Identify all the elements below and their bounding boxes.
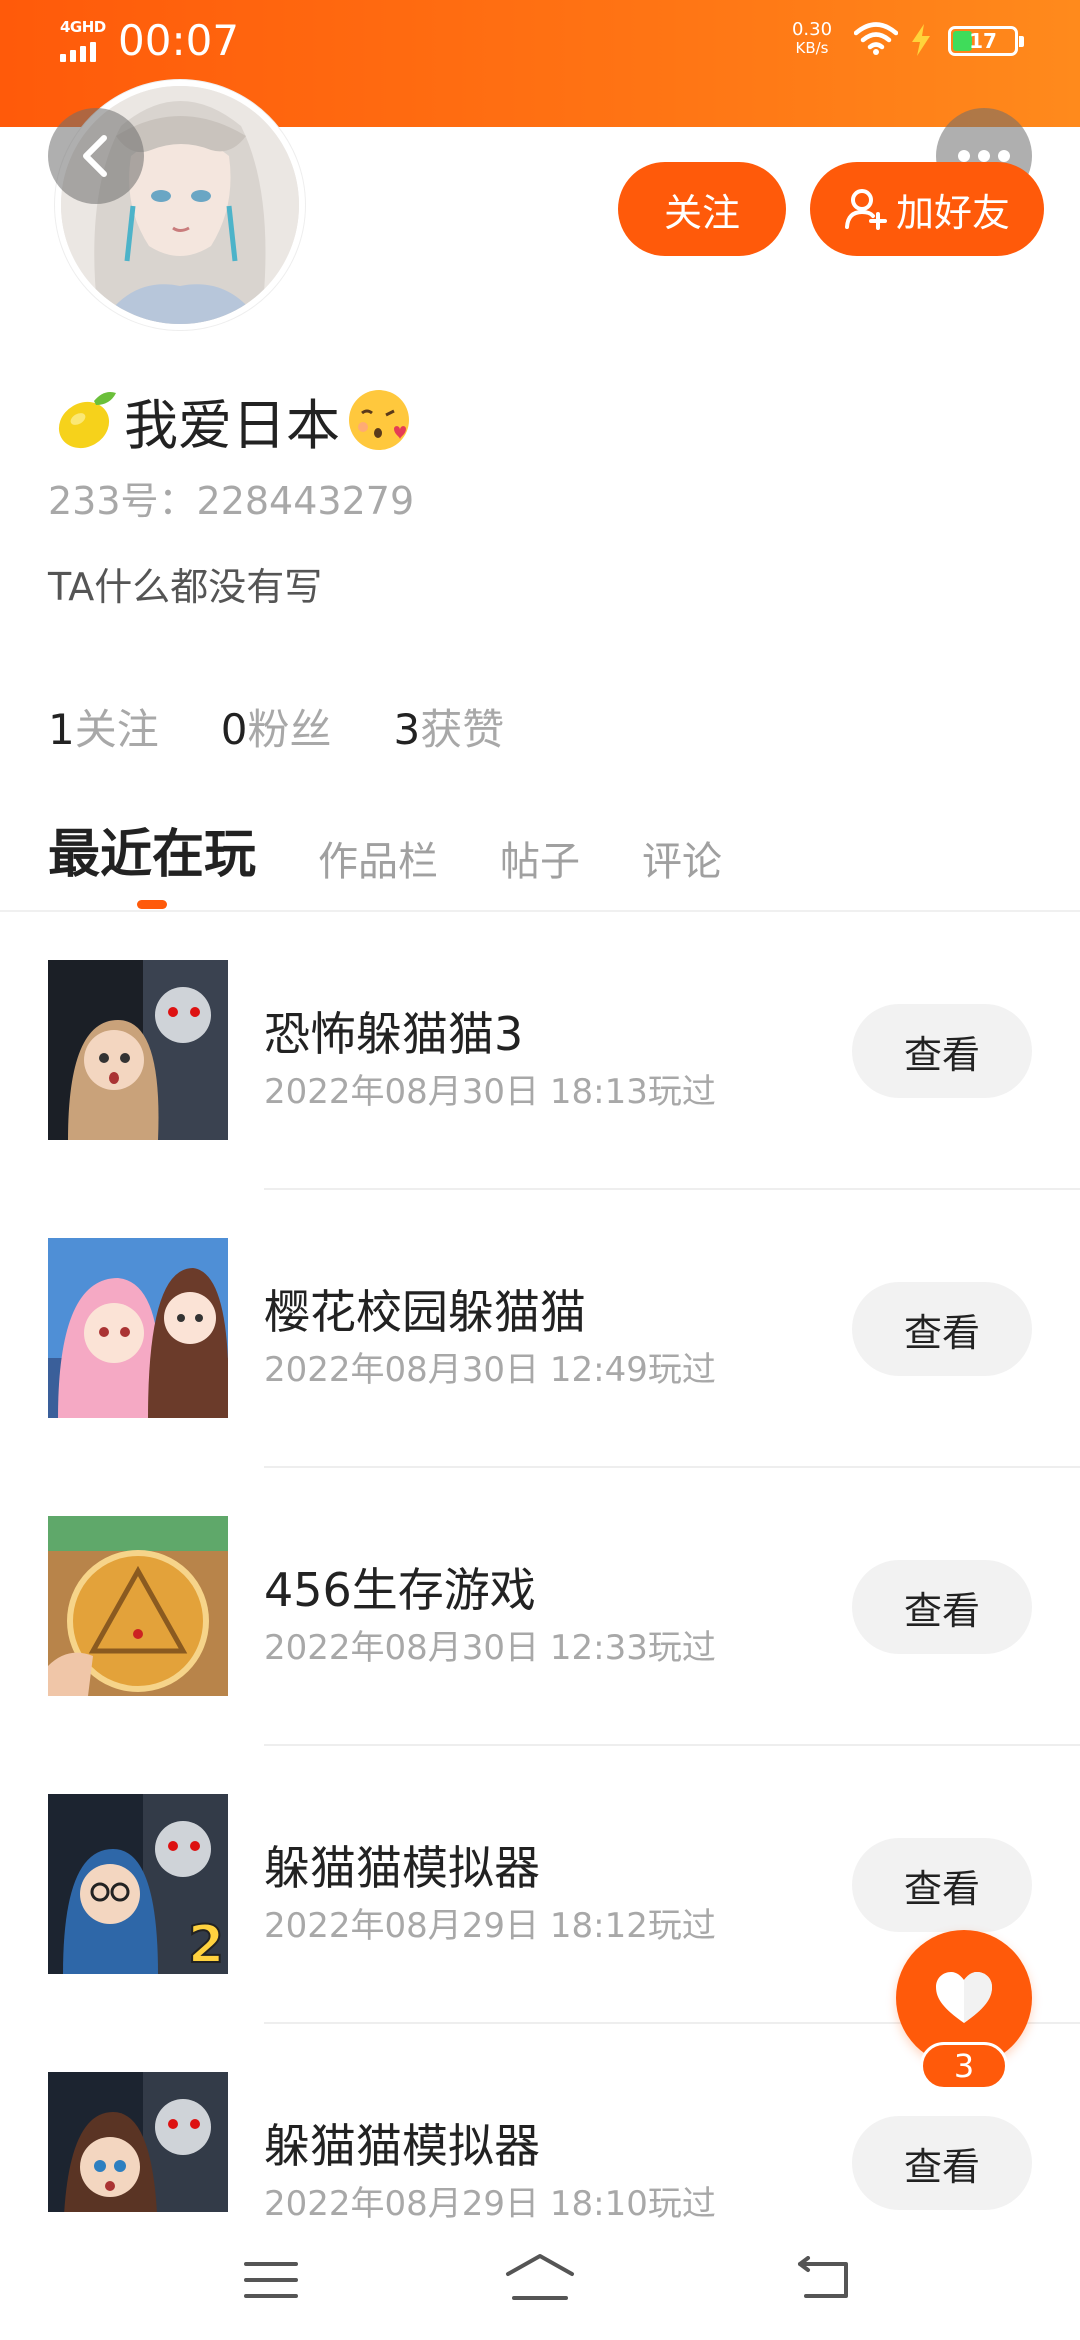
stat-value: 1 bbox=[48, 705, 75, 754]
list-item[interactable]: 恐怖躲猫猫3 2022年08月30日 18:13玩过 查看 bbox=[0, 912, 1080, 1190]
menu-icon[interactable] bbox=[244, 2260, 298, 2300]
game-title: 樱花校园躲猫猫 bbox=[264, 1285, 586, 1339]
kissing-face-emoji-icon bbox=[349, 390, 409, 450]
wifi-icon bbox=[854, 22, 898, 55]
battery-icon: 17 bbox=[948, 26, 1024, 56]
list-item[interactable]: 樱花校园躲猫猫 2022年08月30日 12:49玩过 查看 bbox=[0, 1190, 1080, 1468]
username-row: 我爱日本 bbox=[50, 380, 414, 460]
stat-label: 粉丝 bbox=[247, 705, 332, 754]
svg-text:2: 2 bbox=[188, 1915, 224, 1974]
view-button[interactable]: 查看 bbox=[852, 1004, 1032, 1098]
stat-value: 0 bbox=[220, 705, 248, 754]
stat-label: 关注 bbox=[74, 705, 159, 754]
stat-value: 3 bbox=[393, 705, 421, 754]
system-navigation-bar bbox=[0, 2218, 1080, 2340]
profile-tabs: 最近在玩 作品栏 帖子 评论 bbox=[48, 812, 722, 887]
stat-likes[interactable]: 3获赞 bbox=[394, 696, 505, 757]
recent-games-list: 恐怖躲猫猫3 2022年08月30日 18:13玩过 查看 樱花校园躲猫猫 20… bbox=[0, 912, 1080, 2302]
more-dot-icon bbox=[958, 150, 970, 162]
back-nav-icon[interactable] bbox=[796, 2256, 852, 2302]
user-id-label: 233号： bbox=[48, 479, 197, 523]
last-played-time: 2022年08月30日 12:49玩过 bbox=[264, 1350, 716, 1390]
tab-posts[interactable]: 帖子 bbox=[500, 829, 580, 887]
more-dot-icon bbox=[998, 150, 1010, 162]
game-thumbnail[interactable] bbox=[48, 960, 228, 1140]
game-title: 躲猫猫模拟器 bbox=[264, 2119, 540, 2173]
bio-text: TA什么都没有写 bbox=[48, 565, 323, 609]
view-button[interactable]: 查看 bbox=[852, 1282, 1032, 1376]
charging-icon bbox=[912, 24, 930, 56]
list-item[interactable]: 456生存游戏 2022年08月30日 12:33玩过 查看 bbox=[0, 1468, 1080, 1746]
user-id: 233号：228443279 bbox=[48, 470, 414, 525]
like-count-badge: 3 bbox=[920, 2042, 1008, 2090]
active-tab-indicator bbox=[137, 900, 167, 909]
speed-value: 0.30 bbox=[791, 19, 833, 40]
follow-label: 关注 bbox=[663, 190, 740, 235]
lemon-emoji-icon bbox=[58, 392, 116, 449]
add-user-icon bbox=[844, 189, 887, 230]
stat-followers[interactable]: 0粉丝 bbox=[221, 696, 332, 757]
last-played-time: 2022年08月29日 18:12玩过 bbox=[264, 1906, 716, 1946]
view-button[interactable]: 查看 bbox=[852, 1838, 1032, 1932]
profile-stats: 1关注 0粉丝 3获赞 bbox=[48, 696, 504, 757]
game-title: 456生存游戏 bbox=[264, 1563, 536, 1617]
chevron-left-icon bbox=[83, 135, 107, 177]
stat-label: 获赞 bbox=[420, 705, 505, 754]
battery-level: 17 bbox=[969, 29, 997, 53]
network-speed: 0.30 KB/s bbox=[786, 20, 838, 58]
game-thumbnail[interactable] bbox=[48, 1516, 228, 1696]
speed-unit: KB/s bbox=[795, 39, 829, 57]
game-thumbnail[interactable] bbox=[48, 2072, 228, 2212]
view-button[interactable]: 查看 bbox=[852, 2116, 1032, 2210]
view-button[interactable]: 查看 bbox=[852, 1560, 1032, 1654]
follow-button[interactable]: 关注 bbox=[618, 162, 786, 256]
home-icon[interactable] bbox=[504, 2252, 576, 2302]
add-friend-button[interactable]: 加好友 bbox=[810, 162, 1044, 256]
game-thumbnail[interactable] bbox=[48, 1238, 228, 1418]
back-button[interactable] bbox=[48, 108, 144, 204]
add-friend-label: 加好友 bbox=[895, 190, 1010, 235]
username: 我爱日本 bbox=[124, 393, 340, 457]
last-played-time: 2022年08月30日 18:13玩过 bbox=[264, 1072, 716, 1112]
status-bar: 4GHD 00:07 0.30 KB/s 17 bbox=[0, 0, 1080, 80]
user-id-value: 228443279 bbox=[196, 479, 415, 523]
game-title: 躲猫猫模拟器 bbox=[264, 1841, 540, 1895]
last-played-time: 2022年08月30日 12:33玩过 bbox=[264, 1628, 716, 1668]
tab-comments[interactable]: 评论 bbox=[642, 829, 722, 887]
network-type: 4GHD bbox=[60, 18, 106, 36]
signal-icon: 4GHD bbox=[58, 18, 114, 62]
clock: 00:07 bbox=[118, 16, 240, 65]
game-title: 恐怖躲猫猫3 bbox=[264, 1007, 524, 1061]
game-thumbnail[interactable]: 2 bbox=[48, 1794, 228, 1974]
heart-icon bbox=[936, 1972, 992, 2023]
tab-works[interactable]: 作品栏 bbox=[318, 829, 438, 887]
tab-recently-played[interactable]: 最近在玩 bbox=[48, 812, 256, 887]
more-dot-icon bbox=[978, 150, 990, 162]
stat-following[interactable]: 1关注 bbox=[48, 696, 159, 757]
